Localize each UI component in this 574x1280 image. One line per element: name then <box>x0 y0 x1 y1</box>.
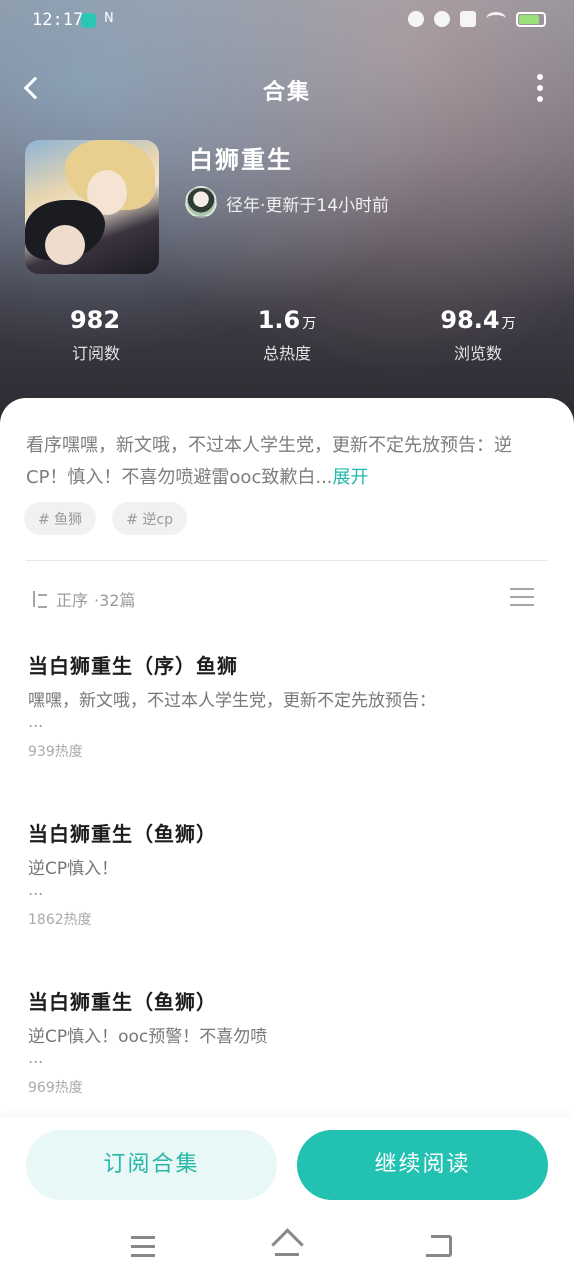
stat-value: 98.4 <box>440 306 500 334</box>
stat-value: 982 <box>69 306 121 334</box>
stat-label: 浏览数 <box>453 344 502 363</box>
stat-unit: 万 <box>501 316 516 332</box>
stat-heat: 1.6 万 总热度 <box>227 306 347 364</box>
chapter-item[interactable]: 当白狮重生（鱼狮） 逆CP慎入！ooc预警！不喜勿喷 ... 969热度 <box>28 986 548 1097</box>
status-bar: 12:17 N <box>0 0 574 44</box>
chapter-title: 当白狮重生（序）鱼狮 <box>28 654 238 678</box>
more-icon[interactable] <box>536 74 544 104</box>
stat-value: 1.6 <box>257 306 301 334</box>
chapter-item[interactable]: 当白狮重生（序）鱼狮 嘿嘿，新文哦，不过本人学生党，更新不定先放预告： ... … <box>28 650 548 761</box>
status-icons <box>408 11 546 27</box>
expand-link[interactable]: 展开 <box>333 467 369 488</box>
chapter-ellipsis: ... <box>28 1048 44 1067</box>
battery-icon <box>516 11 546 27</box>
chapter-ellipsis: ... <box>28 712 44 731</box>
stat-label: 订阅数 <box>71 344 120 363</box>
chapter-summary: 嘿嘿，新文哦，不过本人学生党，更新不定先放预告： <box>28 691 436 711</box>
tag-chip[interactable]: # 鱼狮 <box>24 502 97 535</box>
author-avatar[interactable] <box>185 186 217 218</box>
stat-views: 98.4 万 浏览数 <box>418 306 538 364</box>
collection-description: 看序嘿嘿，新文哦，不过本人学生党，更新不定先放预告：逆CP！慎入！不喜勿喷避雷o… <box>26 430 548 494</box>
sim-icon <box>460 11 476 27</box>
continue-reading-button[interactable]: 继续阅读 <box>297 1130 548 1200</box>
mute-icon <box>434 11 450 27</box>
chapter-title: 当白狮重生（鱼狮） <box>28 990 217 1014</box>
list-icon[interactable] <box>510 588 534 608</box>
description-text: 看序嘿嘿，新文哦，不过本人学生党，更新不定先放预告：逆CP！慎入！不喜勿喷避雷o… <box>26 435 512 488</box>
nfc-icon: N <box>104 11 114 26</box>
app-notification-icon <box>81 13 96 28</box>
alarm-icon <box>408 11 424 27</box>
stat-unit: 万 <box>302 316 317 332</box>
system-nav-bar <box>0 1218 574 1280</box>
chapter-summary: 逆CP慎入！ooc预警！不喜勿喷 <box>28 1027 268 1047</box>
stat-subscriptions: 982 订阅数 <box>36 306 156 364</box>
stats-row: 982 订阅数 1.6 万 总热度 98.4 万 浏览数 <box>0 306 574 370</box>
menu-icon[interactable] <box>131 1236 155 1257</box>
divider <box>26 560 548 561</box>
chapter-heat: 969热度 <box>28 1080 83 1096</box>
home-icon[interactable] <box>272 1230 302 1258</box>
page-title: 合集 <box>262 80 311 105</box>
chapter-ellipsis: ... <box>28 880 44 899</box>
status-time: 12:17 <box>32 10 84 30</box>
chapter-heat: 939热度 <box>28 744 83 760</box>
wifi-icon <box>486 12 506 26</box>
collection-cover[interactable] <box>25 140 159 274</box>
sort-icon <box>30 590 48 608</box>
author-info[interactable]: 径年·更新于14小时前 <box>226 191 389 216</box>
sort-order-label: 正序 <box>56 591 89 610</box>
chapter-item[interactable]: 当白狮重生（鱼狮） 逆CP慎入！ ... 1862热度 <box>28 818 548 929</box>
tag-chip[interactable]: # 逆cp <box>112 502 187 535</box>
collection-title: 白狮重生 <box>189 146 293 174</box>
chapter-count: ·32篇 <box>94 591 136 610</box>
back-nav-icon[interactable] <box>423 1235 452 1257</box>
chapter-summary: 逆CP慎入！ <box>28 859 119 879</box>
tag-list: # 鱼狮 # 逆cp <box>24 502 187 535</box>
chapter-heat: 1862热度 <box>28 912 92 928</box>
top-bar: 合集 <box>0 62 574 114</box>
stat-label: 总热度 <box>262 344 311 363</box>
subscribe-collection-button[interactable]: 订阅合集 <box>26 1130 277 1200</box>
chapter-title: 当白狮重生（鱼狮） <box>28 822 217 846</box>
sort-toggle[interactable]: 正序 ·32篇 <box>30 586 135 612</box>
